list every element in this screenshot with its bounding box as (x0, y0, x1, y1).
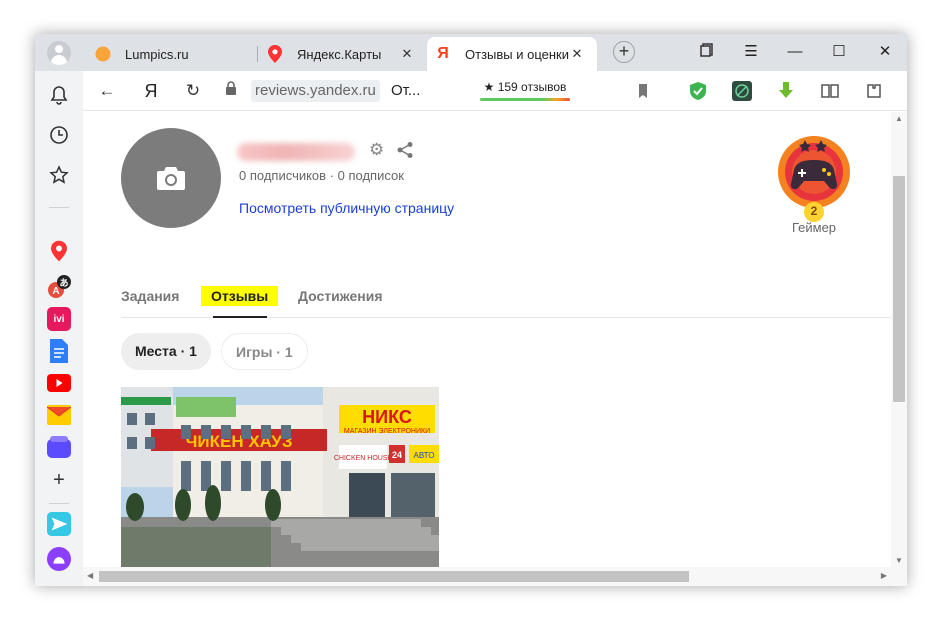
lock-icon[interactable] (221, 81, 241, 101)
yandex-favicon-icon: Я (437, 45, 449, 62)
scroll-left-arrow-icon[interactable]: ◀ (87, 571, 93, 580)
vertical-scrollbar[interactable]: ▲ ▼ (891, 112, 907, 567)
yandex-logo-button[interactable]: Я (141, 81, 161, 101)
history-clock-icon[interactable] (48, 124, 70, 146)
scrollbar-corner (891, 567, 907, 586)
protect-shield-icon[interactable] (688, 81, 708, 101)
tab-strip: Lumpics.ru Яндекс.Карты ✕ Я Отзывы и оце… (35, 34, 907, 71)
tab-tasks[interactable]: Задания (121, 286, 179, 306)
scroll-down-arrow-icon[interactable]: ▼ (893, 556, 905, 565)
horizontal-scrollbar[interactable]: ◀ ▶ (83, 567, 891, 586)
notifications-bell-icon[interactable] (48, 84, 70, 106)
scroll-right-arrow-icon[interactable]: ▶ (881, 571, 887, 580)
vertical-scroll-thumb[interactable] (893, 176, 905, 402)
sign-chicken-small: CHICKEN HOUSE (334, 455, 393, 462)
maps-pin-icon (267, 45, 283, 63)
vpn-extension-icon[interactable] (732, 81, 752, 101)
bookmark-icon[interactable] (633, 81, 653, 101)
filter-games[interactable]: Игры · 1 (221, 333, 308, 370)
rating-bar (480, 98, 570, 101)
tab-label: Яндекс.Карты (297, 46, 382, 62)
menu-icon[interactable]: ☰ (741, 42, 761, 62)
browser-sidebar: Aあ ivi + (35, 71, 83, 586)
mail-app-icon[interactable] (47, 403, 71, 427)
filter-places[interactable]: Места · 1 (121, 333, 211, 370)
user-avatar[interactable] (121, 128, 221, 228)
sign-24: 24 (392, 450, 402, 460)
horizontal-scroll-thumb[interactable] (99, 571, 689, 582)
settings-gear-icon[interactable]: ⚙ (369, 141, 387, 159)
yandex-maps-app-icon[interactable] (47, 239, 71, 263)
page-content: ⚙ 0 подписчиков · 0 подписок Посмотреть … (83, 112, 891, 567)
tab-yandex-maps[interactable]: Яндекс.Карты ✕ (257, 37, 427, 71)
tab-achievements[interactable]: Достижения (298, 286, 383, 306)
tab-lumpics[interactable]: Lumpics.ru (87, 37, 265, 71)
sidebar-divider (49, 207, 69, 208)
sign-niks-sub: МАГАЗИН ЭЛЕКТРОНИКИ (344, 428, 430, 435)
blurred-username (237, 143, 355, 161)
share-icon[interactable] (396, 141, 414, 159)
url-page-title[interactable]: От... (391, 80, 420, 102)
tab-reviews[interactable]: Я Отзывы и оценки ✕ (427, 37, 597, 71)
badge-level: 2 (810, 204, 818, 218)
badge-label: Геймер (791, 220, 837, 235)
url-host[interactable]: reviews.yandex.ru (251, 80, 380, 102)
close-tab-icon[interactable]: ✕ (569, 46, 585, 62)
messenger-app-icon[interactable] (47, 435, 71, 459)
new-tab-button[interactable]: + (613, 41, 635, 63)
back-button[interactable]: ← (97, 81, 117, 101)
translate-app-icon[interactable]: Aあ (47, 275, 71, 299)
download-extension-icon[interactable] (776, 81, 796, 101)
profile-avatar-icon[interactable] (47, 41, 71, 65)
scroll-up-arrow-icon[interactable]: ▲ (893, 114, 905, 123)
close-tab-icon[interactable]: ✕ (399, 46, 415, 62)
browser-window: Lumpics.ru Яндекс.Карты ✕ Я Отзывы и оце… (35, 34, 907, 586)
lumpics-favicon-icon (95, 46, 111, 62)
active-tab-underline (213, 316, 267, 318)
youtube-app-icon[interactable] (47, 371, 71, 395)
reload-button[interactable]: ↻ (183, 81, 203, 101)
gamer-achievement-badge[interactable]: 2 (763, 132, 865, 222)
minimize-button[interactable]: — (785, 42, 805, 62)
tab-label: Lumpics.ru (125, 46, 189, 62)
bookmarks-star-icon[interactable] (48, 164, 70, 186)
review-photo[interactable]: НИКС МАГАЗИН ЭЛЕКТРОНИКИ ЧИКЕН ХАУЗ CHIC… (121, 387, 439, 567)
maximize-button[interactable]: ☐ (829, 42, 849, 62)
alice-assistant-icon[interactable] (47, 547, 71, 571)
sign-auto: АВТО (414, 451, 435, 460)
tab-label: Отзывы и оценки (465, 46, 569, 62)
sign-niks: НИКС (362, 407, 412, 427)
site-rating-badge[interactable]: ★ 159 отзывов (478, 78, 572, 104)
extensions-icon[interactable] (864, 81, 884, 101)
address-toolbar: ← Я ↻ reviews.yandex.ru От... ★ 159 отзы… (83, 71, 907, 111)
subscribers-count: 0 подписчиков · 0 подписок (239, 168, 404, 183)
close-window-button[interactable]: ✕ (875, 42, 895, 62)
send-app-icon[interactable] (47, 512, 71, 536)
profile-tabs: Задания Отзывы Достижения (121, 282, 891, 318)
site-rating-text: ★ 159 отзывов (483, 80, 567, 94)
docs-app-icon[interactable] (47, 339, 71, 363)
ivi-app-icon[interactable]: ivi (47, 307, 71, 331)
svg-text:あ: あ (59, 278, 68, 289)
sidebar-divider (49, 503, 69, 504)
reader-mode-icon[interactable] (820, 81, 840, 101)
public-page-link[interactable]: Посмотреть публичную страницу (239, 200, 454, 216)
camera-icon (157, 167, 185, 190)
tab-reviews[interactable]: Отзывы (201, 286, 279, 306)
add-app-button[interactable]: + (48, 469, 70, 491)
tabs-overview-icon[interactable] (697, 42, 717, 62)
